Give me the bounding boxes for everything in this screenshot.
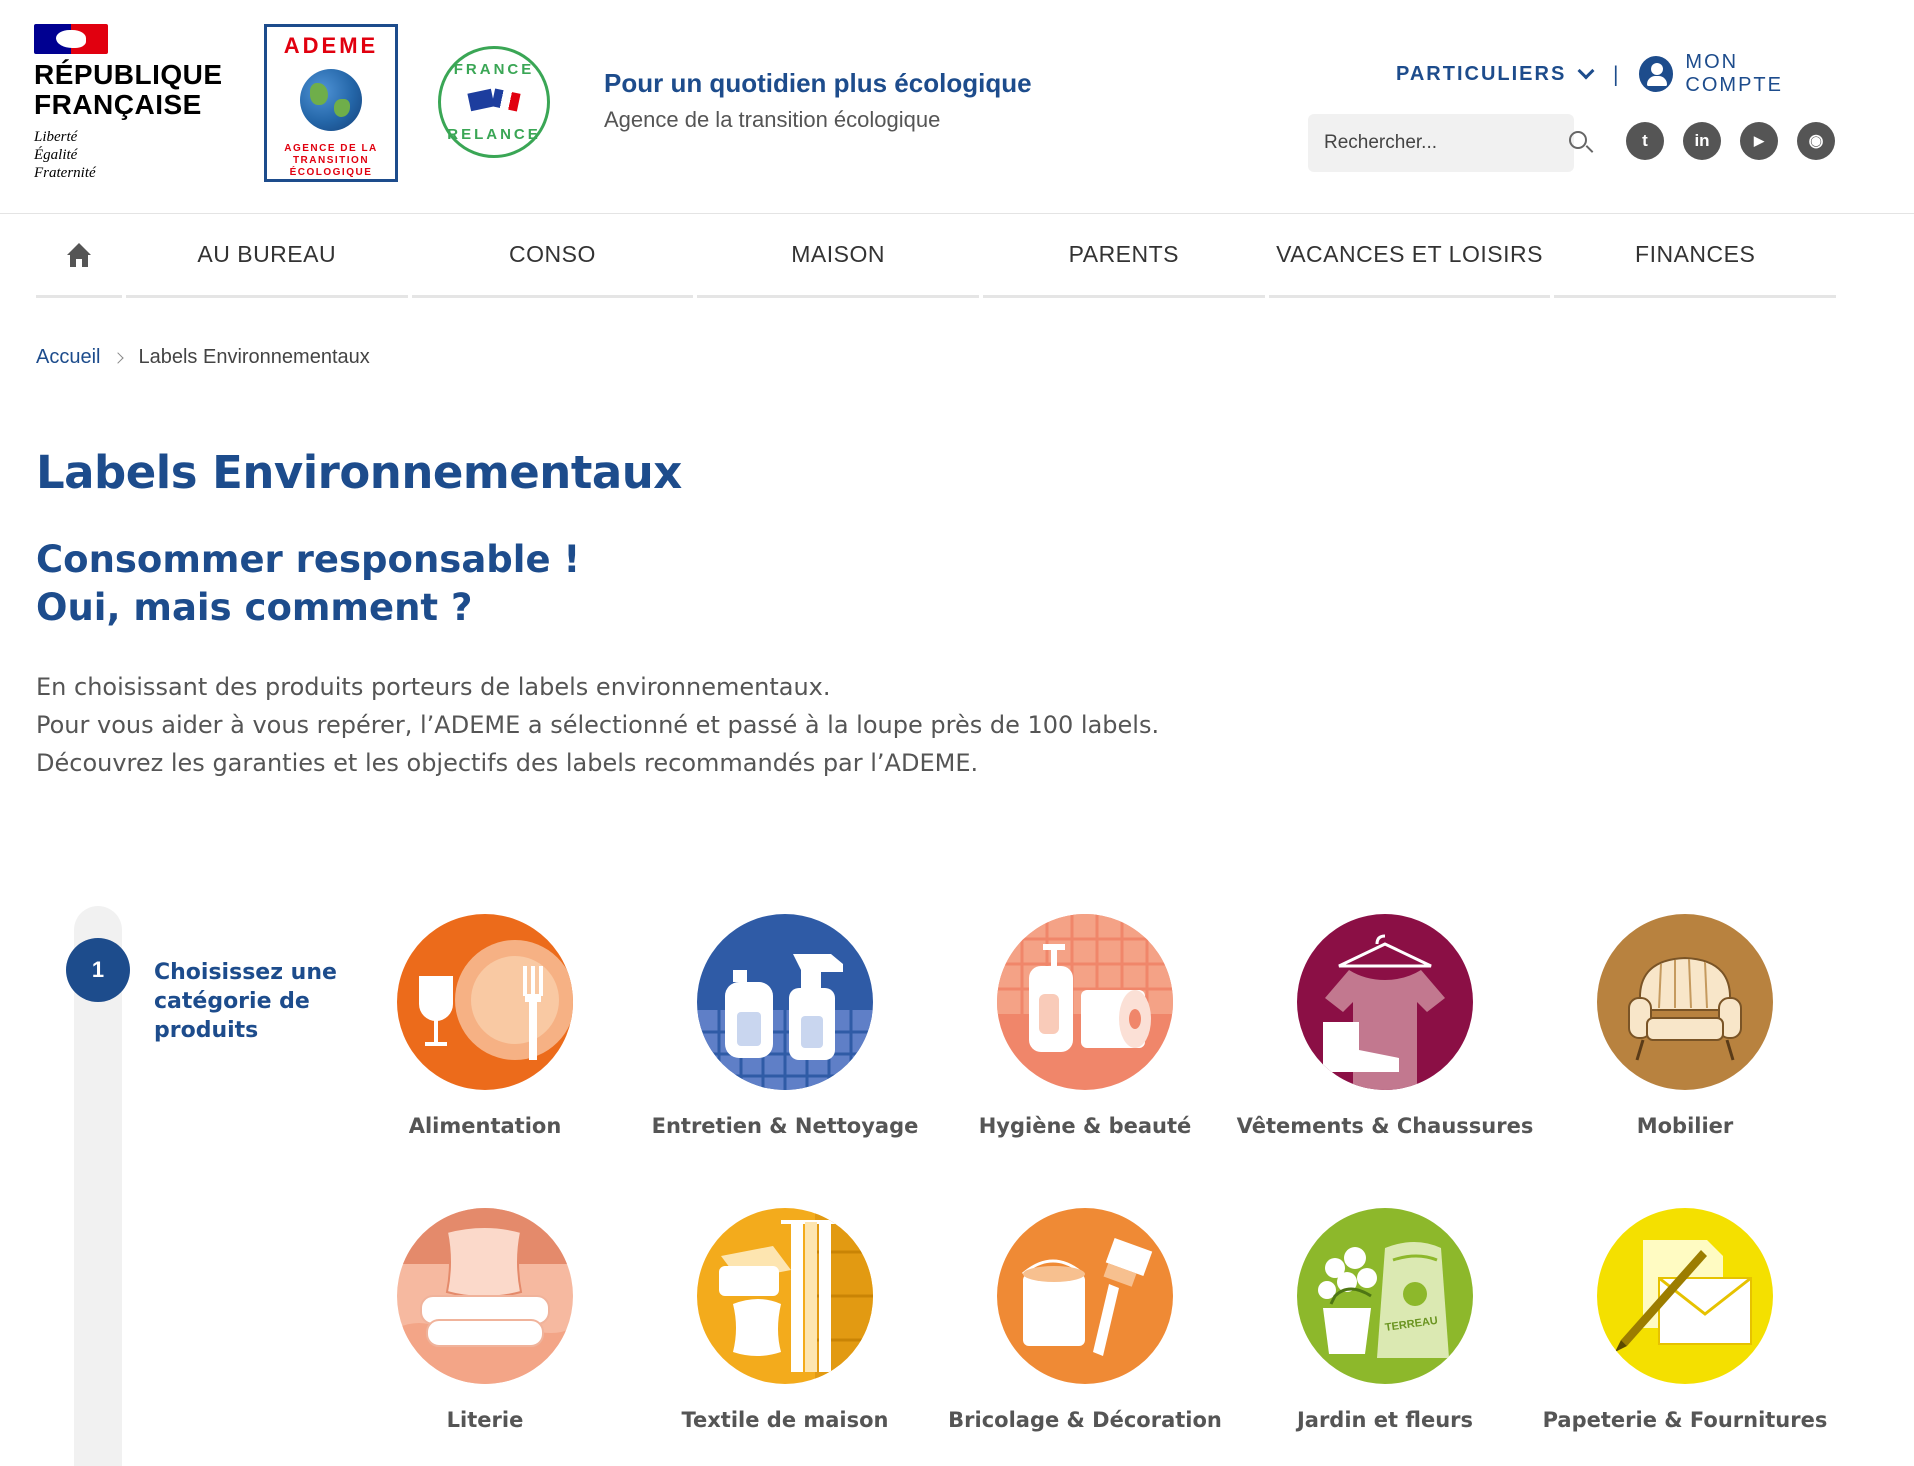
category-label: Jardin et fleurs	[1296, 1408, 1474, 1432]
ademe-sub-3: ÉCOLOGIQUE	[289, 167, 373, 178]
ademe-sub-2: TRANSITION	[292, 155, 370, 166]
nav-home[interactable]	[36, 214, 122, 298]
rf-motto-liberte: Liberté	[34, 129, 78, 145]
twitter-icon[interactable]: t	[1626, 122, 1664, 160]
category-card-bricolage-decoration[interactable]: Bricolage & Décoration	[935, 1208, 1235, 1435]
separator: |	[1612, 62, 1620, 86]
category-card-literie[interactable]: Literie	[335, 1208, 635, 1435]
home-icon	[66, 242, 92, 267]
page-subtitle: Consommer responsable ! Oui, mais commen…	[36, 536, 580, 632]
category-label: Hygiène & beauté	[978, 1114, 1192, 1138]
category-card-mobilier[interactable]: Mobilier	[1535, 914, 1835, 1141]
category-label: Mobilier	[1636, 1114, 1734, 1138]
home-textile-icon	[697, 1208, 873, 1384]
step-number-badge: 1	[66, 938, 130, 1002]
top-navigation: PARTICULIERS | MON COMPTE	[1396, 51, 1836, 97]
hygiene-icon	[997, 914, 1173, 1090]
tagline-main: Pour un quotidien plus écologique	[604, 68, 1032, 98]
ademe-sub-1: AGENCE DE LA	[284, 143, 378, 154]
diy-icon	[997, 1208, 1173, 1384]
nav-item-au-bureau[interactable]: AU BUREAU	[125, 214, 408, 298]
rf-title-line2: FRANÇAISE	[34, 89, 202, 120]
bedding-icon	[397, 1208, 573, 1384]
nav-item-conso[interactable]: CONSO	[411, 214, 694, 298]
food-icon	[397, 914, 573, 1090]
intro-text: En choisissant des produits porteurs de …	[36, 668, 1159, 782]
search-input[interactable]	[1324, 132, 1569, 154]
marianne-flag-icon	[34, 24, 108, 54]
breadcrumb-home-link[interactable]: Accueil	[36, 346, 100, 369]
intro-line-1: En choisissant des produits porteurs de …	[36, 673, 831, 701]
social-links: t in ▶ ◉	[1626, 122, 1835, 160]
tagline-sub: Agence de la transition écologique	[604, 107, 941, 132]
breadcrumb-current: Labels Environnementaux	[138, 346, 370, 368]
intro-line-2: Pour vous aider à vous repérer, l’ADEME …	[36, 711, 1160, 739]
globe-icon	[300, 69, 362, 131]
youtube-icon[interactable]: ▶	[1740, 122, 1778, 160]
rf-motto-egalite: Égalité	[34, 147, 78, 163]
category-card-alimentation[interactable]: Alimentation	[335, 914, 635, 1141]
category-card-textile-maison[interactable]: Textile de maison	[635, 1208, 935, 1435]
furniture-icon	[1597, 914, 1773, 1090]
rss-icon[interactable]: ◉	[1797, 122, 1835, 160]
category-card-vetements-chaussures[interactable]: Vêtements & Chaussures	[1235, 914, 1535, 1141]
clothing-icon	[1297, 914, 1473, 1090]
rf-motto-fraternite: Fraternité	[34, 165, 96, 181]
category-label: Textile de maison	[681, 1408, 889, 1432]
account-label: MON COMPTE	[1685, 51, 1783, 96]
category-label: Alimentation	[408, 1114, 562, 1138]
subtitle-line-1: Consommer responsable !	[36, 538, 581, 581]
category-card-entretien-nettoyage[interactable]: Entretien & Nettoyage	[635, 914, 935, 1141]
nav-item-maison[interactable]: MAISON	[697, 214, 979, 298]
ademe-logo[interactable]: ADEME AGENCE DE LA TRANSITION ÉCOLOGIQUE	[264, 24, 398, 182]
account-button[interactable]: MON COMPTE	[1639, 51, 1836, 97]
stationery-icon	[1597, 1208, 1773, 1384]
site-header: RÉPUBLIQUE FRANÇAISE Liberté Égalité Fra…	[0, 0, 1914, 214]
page-title: Labels Environnementaux	[36, 446, 682, 499]
france-relance-logo[interactable]: FRANCE RELANCE	[438, 46, 550, 158]
linkedin-icon[interactable]: in	[1683, 122, 1721, 160]
intro-line-3: Découvrez les garanties et les objectifs…	[36, 749, 979, 777]
main-navigation: AU BUREAU CONSO MAISON PARENTS VACANCES …	[36, 214, 1837, 298]
relance-bottom-text: RELANCE	[447, 126, 541, 143]
category-card-jardin-fleurs[interactable]: TERREAU Jardin et fleurs	[1235, 1208, 1535, 1435]
category-card-papeterie-fournitures[interactable]: Papeterie & Fournitures	[1535, 1208, 1835, 1435]
site-tagline: Pour un quotidien plus écologique Agence…	[604, 68, 1032, 133]
user-icon	[1639, 56, 1674, 92]
step-label: Choisissez une catégorie de produits	[154, 960, 337, 1043]
relance-top-text: FRANCE	[453, 61, 535, 78]
eu-fr-flags-icon	[467, 88, 521, 117]
cleaning-icon	[697, 914, 873, 1090]
category-label: Entretien & Nettoyage	[651, 1114, 919, 1138]
category-label: Papeterie & Fournitures	[1542, 1408, 1828, 1432]
republique-francaise-logo[interactable]: RÉPUBLIQUE FRANÇAISE Liberté Égalité Fra…	[34, 24, 224, 182]
audience-menu-button[interactable]: PARTICULIERS	[1396, 62, 1595, 86]
chevron-down-icon	[1577, 62, 1595, 80]
chevron-right-icon	[112, 351, 125, 364]
category-card-hygiene-beaute[interactable]: Hygiène & beauté	[935, 914, 1235, 1141]
category-label: Vêtements & Chaussures	[1236, 1114, 1534, 1138]
category-label: Bricolage & Décoration	[948, 1408, 1222, 1432]
category-label: Literie	[446, 1408, 524, 1432]
nav-item-finances[interactable]: FINANCES	[1554, 214, 1837, 298]
nav-item-vacances-et-loisirs[interactable]: VACANCES ET LOISIRS	[1268, 214, 1551, 298]
garden-icon: TERREAU	[1297, 1208, 1473, 1384]
breadcrumb: Accueil Labels Environnementaux	[36, 346, 370, 369]
ademe-name: ADEME	[283, 33, 379, 58]
search-box	[1308, 114, 1594, 172]
audience-menu-label: PARTICULIERS	[1396, 62, 1567, 85]
subtitle-line-2: Oui, mais comment ?	[36, 586, 473, 629]
rf-title-line1: RÉPUBLIQUE	[34, 59, 223, 90]
nav-item-parents[interactable]: PARENTS	[982, 214, 1265, 298]
